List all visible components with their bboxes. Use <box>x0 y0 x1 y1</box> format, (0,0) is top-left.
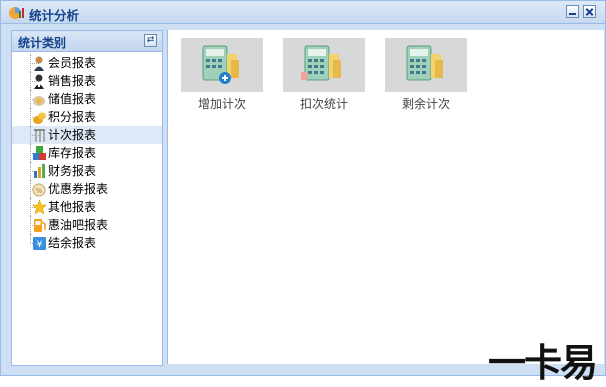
tree-item-fuel-report[interactable]: 惠油吧报表 <box>12 216 162 234</box>
window-titlebar: 统计分析 <box>1 1 605 24</box>
tree-item-balance-report[interactable]: ¥ 结余报表 <box>12 234 162 252</box>
tree-item-label: 财务报表 <box>48 164 97 178</box>
svg-text:¥: ¥ <box>37 240 43 250</box>
minimize-button[interactable] <box>566 5 579 18</box>
tree-item-label: 库存报表 <box>48 146 97 160</box>
tree-item-count-report[interactable]: 计次报表 <box>12 126 162 144</box>
tile-label: 扣次统计 <box>299 97 348 111</box>
deduct-count-icon <box>301 45 341 81</box>
tree-item-label: 计次报表 <box>48 128 97 142</box>
category-panel: 统计类别 ⇄ 会员报表 销售报表 储值报表 积分报表 计次报表 库存报表 财务报… <box>11 30 163 366</box>
tree-item-label: 结余报表 <box>48 236 97 250</box>
tile-deduct-count[interactable]: 扣次统计 <box>283 38 365 114</box>
close-button[interactable] <box>583 5 596 18</box>
category-tree: 会员报表 销售报表 储值报表 积分报表 计次报表 库存报表 财务报表 % 优惠券… <box>12 54 162 252</box>
tree-item-label: 销售报表 <box>48 74 97 88</box>
chart-app-icon <box>9 7 24 19</box>
tree-item-inventory-report[interactable]: 库存报表 <box>12 144 162 162</box>
tree-item-points-report[interactable]: 积分报表 <box>12 108 162 126</box>
tree-item-label: 会员报表 <box>48 56 97 70</box>
tree-item-stored-value-report[interactable]: 储值报表 <box>12 90 162 108</box>
tree-item-label: 优惠券报表 <box>48 182 109 196</box>
svg-text:%: % <box>36 187 43 195</box>
tree-item-coupon-report[interactable]: % 优惠券报表 <box>12 180 162 198</box>
tree-item-sales-report[interactable]: 销售报表 <box>12 72 162 90</box>
star-icon <box>32 199 47 215</box>
fuel-icon <box>34 219 46 232</box>
coupon-icon: % <box>32 183 46 197</box>
member-icon <box>34 56 44 71</box>
tile-add-count[interactable]: 增加计次 <box>181 38 263 114</box>
category-panel-title: 统计类别 <box>18 36 67 50</box>
remaining-count-icon <box>406 45 443 81</box>
tree-item-label: 积分报表 <box>48 110 97 124</box>
statistics-window: 统计分析 统计类别 ⇄ 会员报表 销售报表 储值报表 积分报表 计次报表 库存报… <box>0 0 606 376</box>
add-count-icon <box>202 45 239 84</box>
tree-item-finance-report[interactable]: 财务报表 <box>12 162 162 180</box>
finance-icon <box>34 164 45 178</box>
inventory-icon <box>33 146 46 160</box>
watermark-logo: 一卡易 <box>488 341 598 385</box>
main-content: 增加计次 扣次统计 剩余计次 <box>167 30 604 364</box>
tree-item-member-report[interactable]: 会员报表 <box>12 54 162 72</box>
count-icon <box>34 129 45 142</box>
sales-icon <box>34 74 44 89</box>
tile-label: 增加计次 <box>197 97 246 111</box>
tree-item-other-report[interactable]: 其他报表 <box>12 198 162 216</box>
points-icon <box>33 112 46 124</box>
balance-icon: ¥ <box>33 237 46 250</box>
tile-remaining-count[interactable]: 剩余计次 <box>385 38 467 114</box>
tree-item-label: 惠油吧报表 <box>48 218 109 232</box>
tree-item-label: 其他报表 <box>48 200 97 214</box>
refresh-icon[interactable]: ⇄ <box>144 34 157 47</box>
category-panel-header: 统计类别 ⇄ <box>12 31 162 52</box>
tile-label: 剩余计次 <box>401 97 450 111</box>
tree-item-label: 储值报表 <box>48 92 97 106</box>
window-title: 统计分析 <box>29 8 80 23</box>
stored-value-icon <box>33 96 45 106</box>
